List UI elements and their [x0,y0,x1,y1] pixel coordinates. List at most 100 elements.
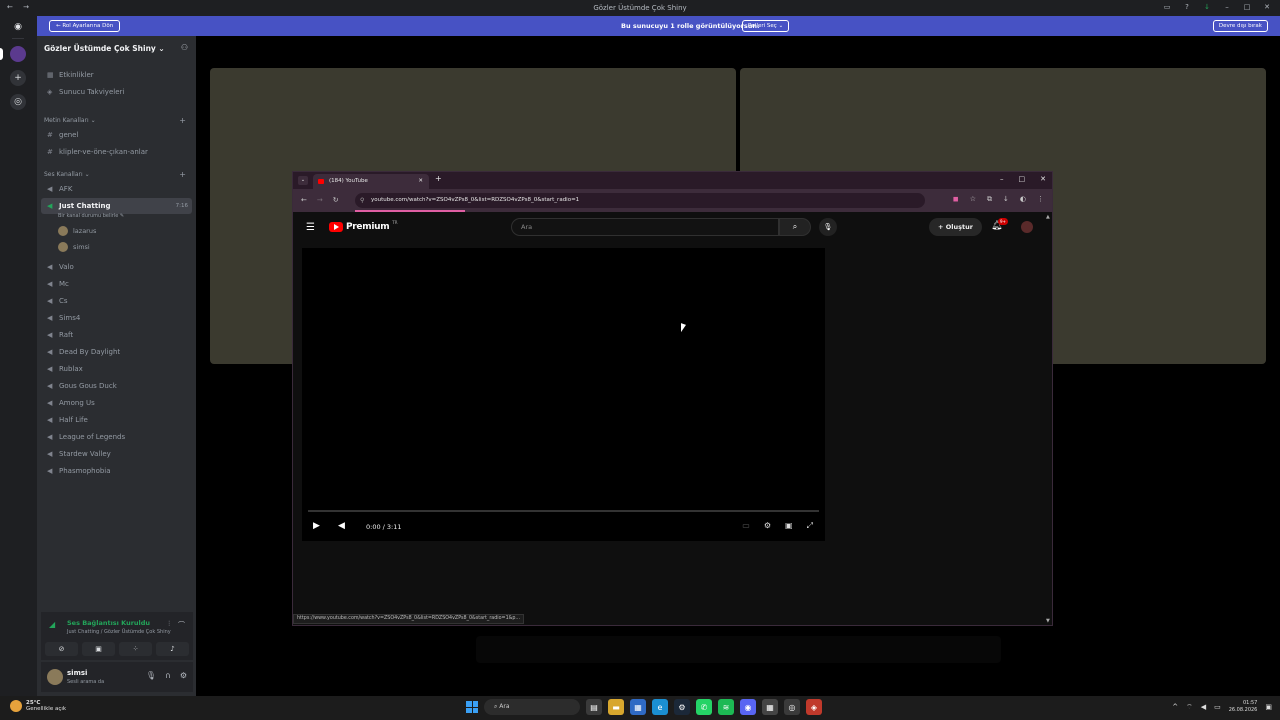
site-info-icon[interactable]: ⚲ [360,193,364,208]
captions-icon[interactable]: ▭ [742,521,750,531]
battery-icon[interactable]: ▭ [1214,703,1221,711]
voice-channel[interactable]: ◀ Rublax [41,361,192,377]
video-player[interactable]: ▶ ◀ 0:00 / 3:11 ▭ ⚙ ▣ ⤢ [302,248,825,541]
downloads-icon[interactable]: ↓ [1003,195,1009,204]
store-icon[interactable]: ▦ [630,699,646,715]
voice-channel[interactable]: ◀ Phasmophobia [41,463,192,479]
steam-icon[interactable]: ⚙ [674,699,690,715]
file-explorer-icon[interactable]: ▬ [608,699,624,715]
text-category[interactable]: Metin Kanalları ⌄ + [44,116,190,125]
discord-icon[interactable]: ◉ [740,699,756,715]
fullscreen-icon[interactable]: ⤢ [807,521,813,531]
voice-user[interactable]: simsi [58,240,90,254]
voice-channel[interactable]: ◀ Half Life [41,412,192,428]
progress-bar[interactable] [308,510,819,512]
channel-klipler[interactable]: # klipler-ve-öne-çıkan-anlar [41,144,192,160]
headphones-icon[interactable]: ∩ [165,671,171,680]
back-icon[interactable]: ← [301,196,307,204]
voice-search-icon[interactable]: 🎙︎ [819,218,837,236]
page-scrollbar[interactable]: ▲ ▼ [1046,212,1052,626]
weather-widget[interactable]: 25°C Genellikle açık [10,700,66,712]
new-tab-button[interactable]: + [435,174,442,183]
inbox-icon[interactable]: ▭ [1162,3,1172,11]
avatar[interactable] [47,669,63,685]
voice-status[interactable]: Ses Bağlantısı Kuruldu [67,619,150,627]
voice-channel[interactable]: ◀ Dead By Daylight [41,344,192,360]
create-button[interactable]: + Oluştur [929,218,982,236]
add-server-icon[interactable]: + [10,70,26,86]
voice-channel[interactable]: ◀ Gous Gous Duck [41,378,192,394]
settings-gear-icon[interactable]: ⚙ [764,521,771,531]
voice-category[interactable]: Ses Kanalları ⌄ + [44,170,190,179]
scroll-up-icon[interactable]: ▲ [1046,214,1050,220]
hamburger-menu-icon[interactable]: ☰ [306,222,315,233]
voice-channel-just-chatting[interactable]: ◀ Just Chatting 7:16 [41,198,192,214]
voice-channel[interactable]: ◀ Sims4 [41,310,192,326]
bookmark-star-icon[interactable]: ☆ [970,195,976,204]
theater-mode-icon[interactable]: ▣ [785,521,793,531]
minimize-icon[interactable]: – [1000,175,1004,183]
select-roles-button[interactable]: Rolleri Seç ⌄ [742,20,790,32]
back-to-role-settings-button[interactable]: ← Rol Ayarlarına Dön [49,20,121,32]
clock[interactable]: 01:57 26.08.2026 [1229,700,1258,714]
extensions-icon[interactable]: ⧉ [987,195,992,204]
download-icon[interactable]: ↓ [1202,3,1212,11]
minimize-icon[interactable]: – [1222,3,1232,11]
voice-channel-afk[interactable]: ◀ AFK [41,181,192,197]
disable-preview-button[interactable]: Devre dışı bırak [1212,20,1268,32]
volume-icon[interactable]: ◀ [338,521,345,531]
forward-icon[interactable]: → [317,196,323,204]
voice-channel[interactable]: ◀ Among Us [41,395,192,411]
soundboard-button[interactable]: ♪ [156,642,189,656]
task-view-icon[interactable]: ▤ [586,699,602,715]
scroll-down-icon[interactable]: ▼ [1046,618,1050,624]
explore-icon[interactable]: ◎ [10,94,26,110]
boosts-item[interactable]: ◈ Sunucu Takviyeleri [41,84,192,100]
windows-start-icon[interactable] [466,701,478,713]
server-header[interactable]: Gözler Üstümde Çok Shiny ⌄ ⚇ [37,36,196,60]
discord-home-icon[interactable]: ◉ [10,19,26,35]
camera-off-button[interactable]: ⊘ [45,642,78,656]
tray-overflow-icon[interactable]: ^ [1172,703,1178,711]
disconnect-icon[interactable]: ⌒ [178,620,185,630]
username[interactable]: simsi [67,669,87,677]
voice-location[interactable]: Just Chatting / Gözler Üstümde Çok Shiny [67,629,171,635]
voice-channel[interactable]: ◀ Raft [41,327,192,343]
voice-channel[interactable]: ◀ League of Legends [41,429,192,445]
screen-record-icon[interactable]: ◼ [953,195,959,204]
network-icon[interactable]: ⌔ [1186,703,1193,712]
volume-icon[interactable]: ◀ [1201,703,1206,711]
taskbar-search[interactable]: ⌕ Ara [484,699,580,715]
channel-genel[interactable]: # genel [41,127,192,143]
youtube-search-input[interactable]: Ara [511,218,779,236]
close-icon[interactable]: ✕ [1040,175,1046,183]
add-channel-icon[interactable]: + [179,170,186,179]
calculator-icon[interactable]: ▦ [762,699,778,715]
add-channel-icon[interactable]: + [179,116,186,125]
screen-share-button[interactable]: ▣ [82,642,115,656]
help-icon[interactable]: ? [1182,3,1192,11]
settings-gear-icon[interactable]: ⚙ [180,671,187,680]
voice-channel[interactable]: ◀ Valo [41,259,192,275]
voice-channel[interactable]: ◀ Stardew Valley [41,446,192,462]
edge-icon[interactable]: e [652,699,668,715]
game-icon[interactable]: ◈ [806,699,822,715]
activities-button[interactable]: ⁘ [119,642,152,656]
tab-youtube[interactable]: (184) YouTube ✕ [313,174,429,189]
microphone-icon[interactable]: 🎙︎ [146,671,156,680]
tab-search-button[interactable]: ⌄ [298,176,308,185]
profile-icon[interactable]: ◐ [1020,195,1026,204]
voice-user[interactable]: lazarus [58,224,96,238]
youtube-premium-logo[interactable]: Premium TR [329,220,398,232]
noise-suppression-icon[interactable]: ⫶ [168,620,170,630]
channel-status[interactable]: Bir kanal durumu belirle ✎ [58,213,124,219]
chrome-icon[interactable]: ◎ [784,699,800,715]
voice-channel[interactable]: ◀ Cs [41,293,192,309]
maximize-icon[interactable]: □ [1019,175,1026,183]
url-field[interactable]: ⚲ youtube.com/watch?v=ZSO4vZPs8_0&list=R… [355,193,925,208]
play-icon[interactable]: ▶ [313,521,320,531]
spotify-icon[interactable]: ≋ [718,699,734,715]
events-item[interactable]: ▦ Etkinlikler [41,67,192,83]
search-icon[interactable]: ⌕ [779,218,811,236]
whatsapp-icon[interactable]: ✆ [696,699,712,715]
